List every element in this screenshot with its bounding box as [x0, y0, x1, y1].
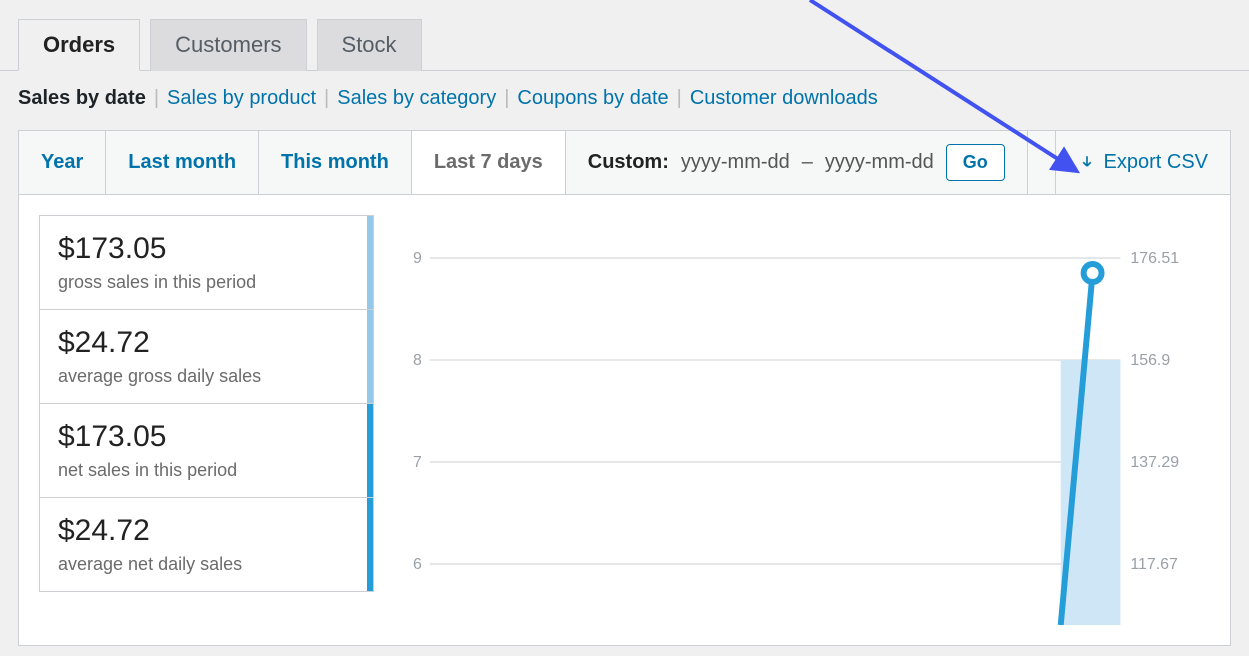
tab-customers[interactable]: Customers — [150, 19, 306, 71]
stat-value: $24.72 — [58, 326, 355, 360]
y-left-tick: 9 — [413, 250, 422, 267]
range-tab-year[interactable]: Year — [19, 131, 106, 194]
range-go-button[interactable]: Go — [946, 144, 1005, 181]
chart-bar — [1061, 360, 1121, 625]
stat-label: average gross daily sales — [58, 366, 355, 387]
report-filter-row: Sales by date | Sales by product | Sales… — [0, 71, 1249, 130]
range-tab-this-month[interactable]: This month — [259, 131, 412, 194]
stat-card-avg-net-daily[interactable]: $24.72 average net daily sales — [39, 497, 374, 592]
range-tab-last-7-days[interactable]: Last 7 days — [412, 131, 566, 194]
y-right-tick: 176.51 — [1130, 250, 1179, 267]
y-left-tick: 6 — [413, 556, 422, 573]
stat-label: gross sales in this period — [58, 272, 355, 293]
separator: | — [504, 87, 509, 110]
y-right-tick: 137.29 — [1130, 454, 1179, 471]
stat-color-bar — [367, 310, 373, 403]
filter-current: Sales by date — [18, 87, 146, 110]
stat-card-gross-sales[interactable]: $173.05 gross sales in this period — [39, 215, 374, 310]
stat-value: $173.05 — [58, 420, 355, 454]
separator: | — [677, 87, 682, 110]
chart-data-point — [1084, 264, 1102, 282]
stat-value: $173.05 — [58, 232, 355, 266]
tab-stock[interactable]: Stock — [317, 19, 422, 71]
stat-card-avg-gross-daily[interactable]: $24.72 average gross daily sales — [39, 309, 374, 404]
stat-value: $24.72 — [58, 514, 355, 548]
download-icon — [1078, 154, 1096, 172]
report-panel: Year Last month This month Last 7 days C… — [18, 130, 1231, 646]
separator: | — [154, 87, 159, 110]
filter-link-sales-by-category[interactable]: Sales by category — [337, 87, 496, 110]
stat-card-net-sales[interactable]: $173.05 net sales in this period — [39, 403, 374, 498]
y-right-tick: 117.67 — [1130, 556, 1178, 573]
report-body: $173.05 gross sales in this period $24.7… — [19, 195, 1230, 645]
filter-link-customer-downloads[interactable]: Customer downloads — [690, 87, 878, 110]
range-custom-to[interactable]: yyyy-mm-dd — [825, 151, 934, 174]
y-left-tick: 7 — [413, 454, 422, 471]
stat-color-bar — [367, 404, 373, 497]
main-tabs: Orders Customers Stock — [0, 0, 1249, 71]
export-csv-button[interactable]: Export CSV — [1055, 131, 1230, 194]
sales-chart: 9 8 7 6 176.51 156.9 137.29 117.67 — [394, 215, 1210, 625]
filter-link-sales-by-product[interactable]: Sales by product — [167, 87, 316, 110]
stat-color-bar — [367, 216, 373, 309]
date-range-bar: Year Last month This month Last 7 days C… — [19, 131, 1230, 195]
stat-list: $173.05 gross sales in this period $24.7… — [39, 215, 374, 625]
y-right-tick: 156.9 — [1130, 352, 1170, 369]
range-custom: Custom: yyyy-mm-dd – yyyy-mm-dd Go — [566, 131, 1028, 194]
y-left-tick: 8 — [413, 352, 422, 369]
stat-color-bar — [367, 498, 373, 591]
range-custom-from[interactable]: yyyy-mm-dd — [681, 151, 790, 174]
export-csv-label: Export CSV — [1104, 151, 1208, 174]
range-custom-dash: – — [802, 151, 813, 174]
separator: | — [324, 87, 329, 110]
stat-label: average net daily sales — [58, 554, 355, 575]
filter-link-coupons-by-date[interactable]: Coupons by date — [517, 87, 668, 110]
tab-orders[interactable]: Orders — [18, 19, 140, 71]
stat-label: net sales in this period — [58, 460, 355, 481]
range-custom-label: Custom: — [588, 151, 669, 174]
range-tab-last-month[interactable]: Last month — [106, 131, 259, 194]
